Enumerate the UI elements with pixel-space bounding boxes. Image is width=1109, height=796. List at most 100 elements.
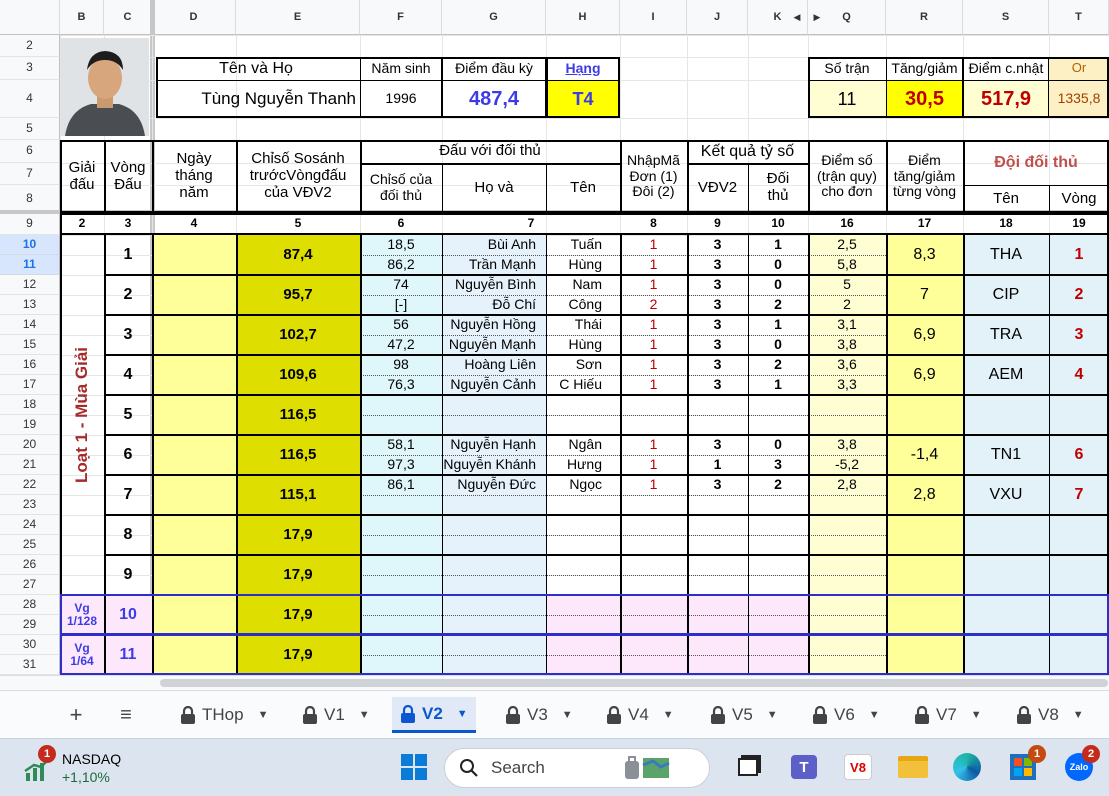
row-header-20[interactable]: 20: [0, 435, 60, 455]
column-header-D[interactable]: D: [152, 0, 236, 35]
row-header-16[interactable]: 16: [0, 355, 60, 375]
game-opponent-ten: [546, 395, 620, 415]
column-header-B[interactable]: B: [60, 0, 104, 35]
game-opponent-ten: [546, 415, 620, 435]
row-header-2[interactable]: 2: [0, 35, 60, 57]
row-header-22[interactable]: 22: [0, 475, 60, 495]
all-sheets-icon[interactable]: ≡: [112, 701, 140, 729]
task-view-icon[interactable]: [734, 753, 762, 781]
game-score-opponent: 2: [774, 356, 782, 373]
game-code: 1: [649, 436, 658, 453]
column-header-H[interactable]: H: [546, 0, 620, 35]
game-score-opponent: 1: [774, 376, 782, 393]
column-header-F[interactable]: F: [360, 0, 442, 35]
opponent-team: THA: [990, 246, 1022, 264]
sheet-tab-thop[interactable]: THop ▼: [172, 697, 276, 733]
sheet-tab-bar: + ≡ THop ▼ V1 ▼ V2 ▼ V3 ▼ V4 ▼ V5 ▼ V6 ▼ V7 ▼ V8 ▼: [0, 690, 1109, 738]
border-box: [60, 140, 1109, 213]
hidden-columns-left-arrow[interactable]: ◀: [792, 10, 802, 24]
game-opponent-ho: Trần Mạnh: [468, 256, 536, 273]
column-header-C[interactable]: C: [104, 0, 152, 35]
row-header-25[interactable]: 25: [0, 535, 60, 555]
row-header-24[interactable]: 24: [0, 515, 60, 535]
round-delta: -1,4: [910, 446, 939, 464]
file-explorer-icon[interactable]: [896, 751, 930, 783]
row-header-13[interactable]: 13: [0, 295, 60, 315]
row-header-23[interactable]: 23: [0, 495, 60, 515]
round-number: 8: [123, 526, 133, 544]
teams-icon[interactable]: T: [788, 751, 820, 783]
game-points: [808, 555, 886, 575]
row-header-19[interactable]: 19: [0, 415, 60, 435]
row-header-6[interactable]: 6: [0, 140, 60, 163]
chevron-down-icon: ▼: [662, 709, 674, 721]
column-header-E[interactable]: E: [236, 0, 360, 35]
row-header-4[interactable]: 4: [0, 80, 60, 118]
horizontal-scrollbar[interactable]: [160, 679, 1108, 687]
border-line: [687, 163, 808, 165]
row-header-3[interactable]: 3: [0, 57, 60, 80]
column-header-R[interactable]: R: [886, 0, 963, 35]
round-number: 1: [123, 246, 133, 264]
game-opponent-ho: [442, 575, 546, 595]
gridline: [60, 118, 1109, 119]
border-line: [360, 163, 620, 165]
round-delta: [886, 395, 963, 435]
chevron-down-icon: ▼: [358, 709, 370, 721]
row-header-12[interactable]: 12: [0, 275, 60, 295]
edge-icon[interactable]: [950, 751, 984, 783]
sheet-tab-v3[interactable]: V3 ▼: [497, 697, 581, 733]
game-code: [620, 515, 687, 535]
spreadsheet[interactable]: B C D E F G H I J K Q R S T ◀ ▶ 2 3 4 5 6 7 8 9 10 11 12 13 14 15 16 17…: [0, 0, 1109, 690]
stock-name: NASDAQ: [62, 750, 122, 767]
column-header-G[interactable]: G: [442, 0, 546, 35]
row-header-17[interactable]: 17: [0, 375, 60, 395]
border-line: [360, 140, 362, 213]
windows-taskbar: NASDAQ +1,10% 1 Search T V8 1 Zalo 2: [0, 738, 1109, 796]
sheet-tab-v6[interactable]: V6 ▼: [804, 697, 888, 733]
border-line: [104, 140, 106, 213]
row-header-27[interactable]: 27: [0, 575, 60, 595]
sheet-tab-v8[interactable]: V8 ▼: [1008, 697, 1092, 733]
windows-start-icon[interactable]: [398, 751, 430, 783]
row-header-18[interactable]: 18: [0, 395, 60, 415]
hidden-columns-right-arrow[interactable]: ▶: [812, 10, 822, 24]
v8-app-icon[interactable]: V8: [842, 751, 874, 783]
column-header-S[interactable]: S: [963, 0, 1049, 35]
sheet-tab-label: V1: [324, 705, 345, 724]
round-number: 5: [123, 406, 133, 424]
column-header-J[interactable]: J: [687, 0, 748, 35]
game-code: [620, 555, 687, 575]
sheet-tab-v1[interactable]: V1 ▼: [294, 697, 378, 733]
row-header-15[interactable]: 15: [0, 335, 60, 355]
game-score-vdv2: [687, 555, 748, 575]
game-score-vdv2: [687, 515, 748, 535]
row-header-7[interactable]: 7: [0, 163, 60, 185]
row-header-21[interactable]: 21: [0, 455, 60, 475]
sheet-tab-v5[interactable]: V5 ▼: [702, 697, 786, 733]
border-line: [620, 140, 622, 213]
row-header-28[interactable]: 28: [0, 595, 60, 615]
game-opponent-chiso: 56: [393, 316, 409, 333]
add-sheet-icon[interactable]: +: [62, 701, 90, 729]
game-opponent-ho: [442, 415, 546, 435]
row-header-26[interactable]: 26: [0, 555, 60, 575]
sheet-tab-v4[interactable]: V4 ▼: [598, 697, 682, 733]
row-header-29[interactable]: 29: [0, 615, 60, 635]
chevron-down-icon: ▼: [257, 709, 269, 721]
border-box: [963, 57, 1049, 118]
row-header-8[interactable]: 8: [0, 185, 60, 213]
taskbar-search[interactable]: Search: [444, 748, 710, 788]
sheet-tab-v7[interactable]: V7 ▼: [906, 697, 990, 733]
row-header-9[interactable]: 9: [0, 213, 60, 235]
game-code: 1: [649, 356, 658, 373]
row-header-30[interactable]: 30: [0, 635, 60, 655]
row-header-5[interactable]: 5: [0, 118, 60, 140]
column-header-I[interactable]: I: [620, 0, 687, 35]
sheet-tab-v2[interactable]: V2 ▼: [392, 697, 476, 733]
row-header-14[interactable]: 14: [0, 315, 60, 335]
column-header-T[interactable]: T: [1049, 0, 1109, 35]
game-score-vdv2: [687, 395, 748, 415]
border-box: [442, 57, 546, 118]
row-header-31[interactable]: 31: [0, 655, 60, 675]
